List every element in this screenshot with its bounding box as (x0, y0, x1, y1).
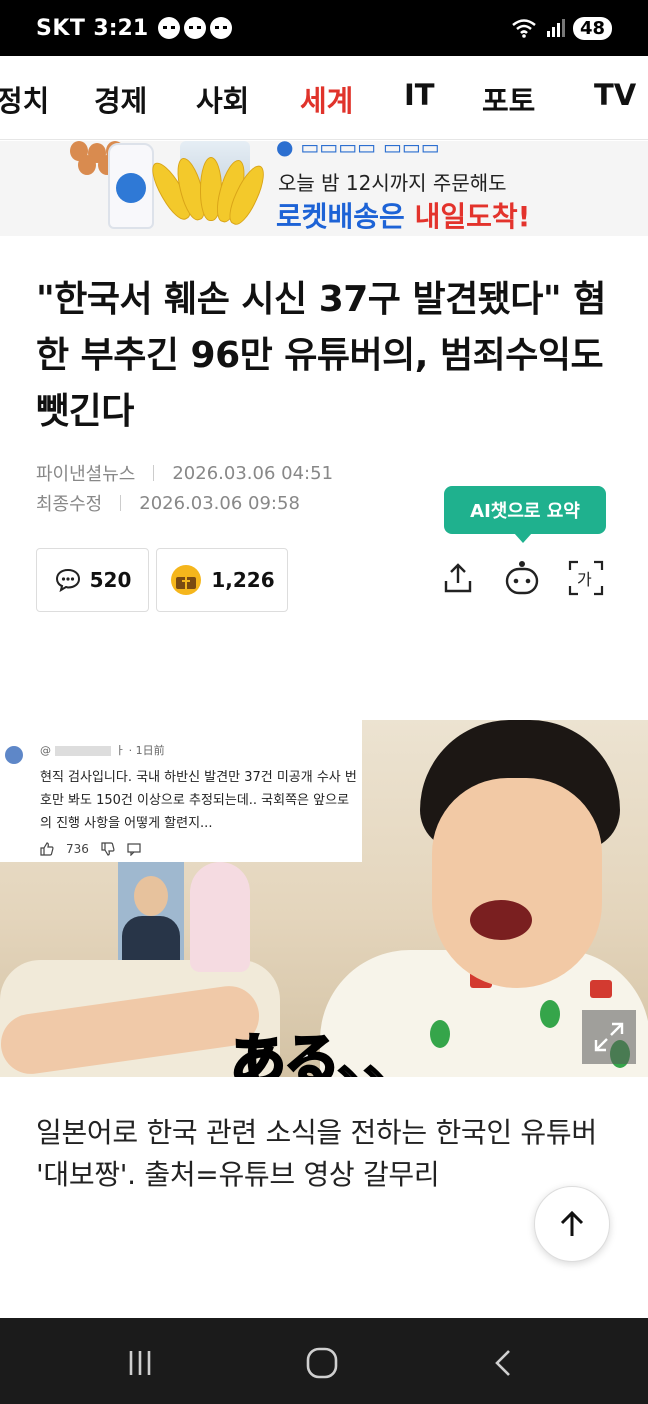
notification-icons (158, 17, 233, 39)
photo-caption: 일본어로 한국 관련 소식을 전하는 한국인 유튜버 '대보짱'. 출처=유튜브… (36, 1116, 597, 1191)
comment-count: 520 (89, 568, 132, 592)
doll-shape (190, 862, 250, 972)
svg-text:가: 가 (577, 570, 592, 589)
ad-line-2-red: 내일도착! (414, 200, 531, 233)
reaction-button[interactable]: 1,226 (156, 548, 288, 612)
home-button[interactable] (302, 1346, 342, 1380)
reply-icon (127, 843, 141, 856)
share-button[interactable] (436, 556, 480, 600)
ai-summary-tooltip[interactable]: AI챗으로 요약 (444, 486, 606, 543)
tab-society[interactable]: 사회 (196, 78, 249, 120)
ad-line-2-blue: 로켓배송은 (276, 200, 415, 233)
thumbs-up-icon (40, 842, 54, 856)
meta-modified: 최종수정 2026.03.06 09:58 (36, 490, 300, 516)
font-size-button[interactable]: 가 (564, 556, 608, 600)
talk-icon (158, 17, 181, 39)
tab-tv[interactable]: TV (594, 78, 636, 112)
carrier-label: SKT (36, 15, 86, 41)
tab-politics[interactable]: 정치 (0, 78, 49, 120)
shirt-dot (540, 1000, 560, 1028)
shirt-dot (590, 980, 612, 998)
clock: 3:21 (93, 15, 149, 41)
system-nav-bar (0, 1318, 648, 1404)
tab-it[interactable]: IT (404, 78, 435, 112)
reaction-count: 1,226 (211, 568, 275, 592)
status-bar: SKT 3:21 48 (0, 0, 648, 56)
published-date: 2026.03.06 04:51 (172, 462, 334, 484)
divider (153, 465, 155, 481)
ai-chat-button[interactable] (500, 556, 544, 600)
source-name[interactable]: 파이낸셜뉴스 (36, 460, 135, 486)
tab-economy[interactable]: 경제 (94, 78, 147, 120)
ad-banner[interactable]: ● ▭▭▭▭ ▭▭▭ 오늘 밤 12시까지 주문해도 로켓배송은 내일도착! (0, 141, 648, 236)
like-count: 736 (66, 842, 89, 856)
person-face (432, 778, 602, 988)
expand-icon (594, 1022, 624, 1052)
reaction-emoji-icon (171, 565, 202, 595)
scroll-top-button[interactable] (534, 1186, 610, 1262)
share-icon (444, 563, 472, 593)
portrait-frame (118, 862, 184, 960)
avatar (5, 746, 23, 764)
article-headline: "한국서 훼손 시신 37구 발견됐다" 혐한 부추긴 96만 유튜버의, 범죄… (36, 279, 606, 432)
modified-date: 2026.03.06 09:58 (139, 492, 300, 514)
thumbs-down-icon (101, 842, 115, 856)
modified-label: 최종수정 (36, 494, 103, 515)
video-subtitle: ある、、 (229, 1028, 422, 1078)
expand-photo-button[interactable] (582, 1010, 636, 1064)
tab-world[interactable]: 세계 (300, 78, 353, 120)
back-icon (495, 1350, 510, 1376)
youtube-comment-overlay: @ ㅏ · 1日前 현직 검사입니다. 국내 하반신 발견만 37건 미공개 수사… (0, 720, 362, 862)
arrow-up-icon (560, 1210, 584, 1236)
meta-published: 파이낸셜뉴스 2026.03.06 04:51 (36, 460, 333, 486)
category-nav: 정치 경제 사회 세계 IT 포토 TV (0, 56, 648, 140)
home-icon (306, 1347, 338, 1379)
comment-footer: 736 (40, 842, 141, 856)
ad-line-1: 오늘 밤 12시까지 주문해도 (278, 171, 507, 195)
person-mouth (470, 900, 532, 940)
comment-icon (55, 568, 80, 593)
font-size-icon: 가 (568, 560, 604, 596)
comment-meta-text: ㅏ · 1日前 (115, 744, 165, 757)
ai-bot-icon (505, 561, 539, 595)
ad-line-2: 로켓배송은 내일도착! (276, 195, 530, 235)
wifi-icon (512, 19, 536, 38)
divider (120, 495, 122, 511)
recents-button[interactable] (120, 1346, 160, 1380)
signal-icon (546, 19, 565, 37)
chat-icon (184, 17, 207, 39)
article-photo[interactable]: @ ㅏ · 1日前 현직 검사입니다. 국내 하반신 발견만 37건 미공개 수사… (0, 720, 648, 1077)
comment-meta: @ ㅏ · 1日前 (40, 744, 165, 757)
recents-icon (129, 1351, 151, 1375)
ad-brand-mark: ● ▭▭▭▭ ▭▭▭ (276, 141, 440, 159)
tab-photo[interactable]: 포토 (482, 78, 535, 120)
milk-bottle-image (108, 143, 154, 229)
back-button[interactable] (484, 1346, 524, 1380)
comment-button[interactable]: 520 (36, 548, 149, 612)
shirt-dot (430, 1020, 450, 1048)
message-icon (210, 17, 233, 39)
comment-text: 현직 검사입니다. 국내 하반신 발견만 37건 미공개 수사 번호만 봐도 1… (40, 770, 357, 831)
battery-indicator: 48 (572, 16, 612, 40)
